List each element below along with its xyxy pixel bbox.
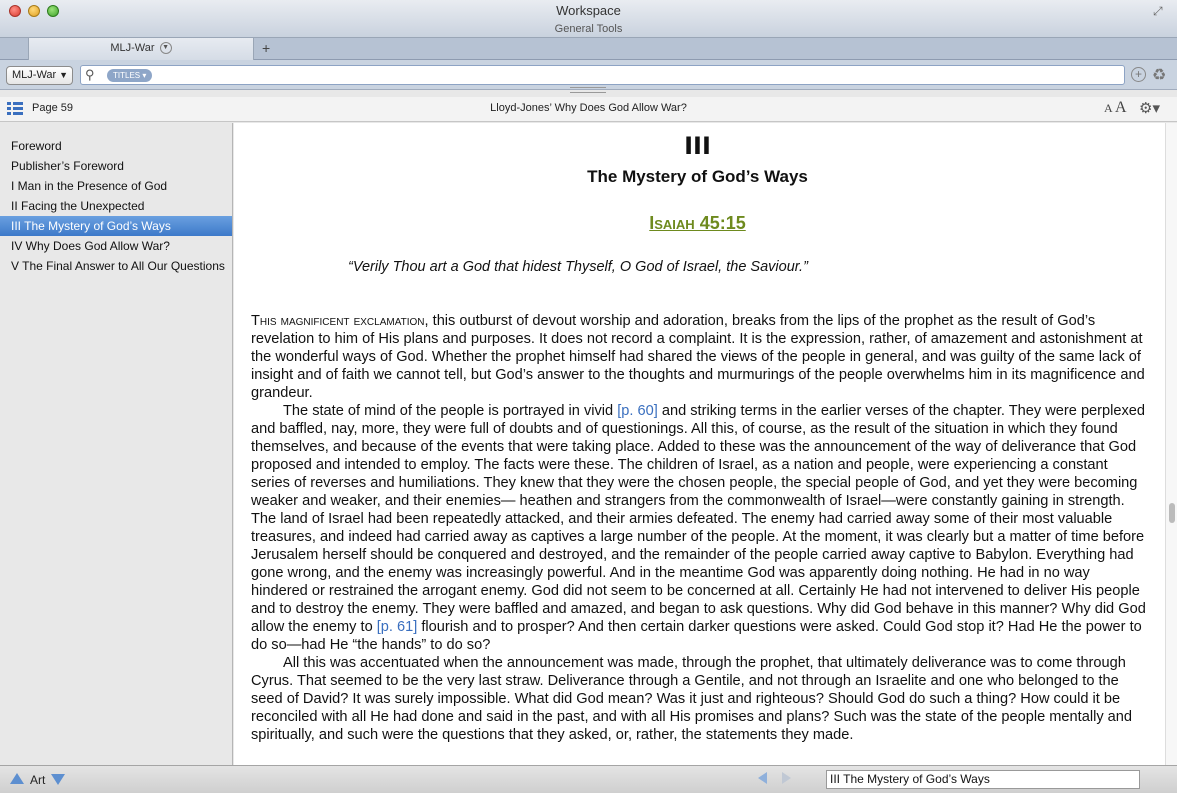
recycle-icon[interactable]: ♻ xyxy=(1152,65,1166,85)
page-link[interactable]: [p. 60] xyxy=(617,403,658,419)
toc-item-chapter-5[interactable]: V The Final Answer to All Our Questions xyxy=(0,256,232,276)
chapter-number: III xyxy=(684,132,711,160)
scrollbar-thumb[interactable] xyxy=(1169,503,1175,523)
add-circle-icon[interactable]: + xyxy=(1131,67,1146,82)
tab-strip: MLJ-War ▼ + xyxy=(0,38,1177,60)
fullscreen-icon[interactable]: ⤢ xyxy=(1153,4,1167,18)
book-title: Lloyd-Jones’ Why Does God Allow War? xyxy=(490,102,687,114)
chapter-title: The Mystery of God’s Ways xyxy=(587,167,808,186)
font-size-icon[interactable]: A A xyxy=(1104,99,1127,117)
gear-icon[interactable]: ⚙▾ xyxy=(1139,99,1160,117)
toc-item-chapter-3[interactable]: III The Mystery of God’s Ways xyxy=(0,216,232,236)
window-subtitle: General Tools xyxy=(554,23,623,35)
paragraph: The state of mind of the people is portr… xyxy=(251,403,1146,653)
paragraph: All this was accentuated when the announ… xyxy=(251,655,1133,743)
resource-select-value: MLJ-War xyxy=(12,69,57,81)
chapter-body: This magnificent exclamation, this outbu… xyxy=(251,312,1146,744)
status-bar: Art III The Mystery of God’s Ways xyxy=(0,765,1177,793)
page-bar: Page 59 Lloyd-Jones’ Why Does God Allow … xyxy=(0,97,1177,122)
add-tab-button[interactable]: + xyxy=(262,40,270,56)
toolbar: MLJ-War ▼ ⚲ TITLES ▾ + ♻ xyxy=(0,60,1177,90)
toc-item-chapter-2[interactable]: II Facing the Unexpected xyxy=(0,196,232,216)
search-icon[interactable]: ⚲ xyxy=(85,67,95,83)
paragraph-lead: This magnificent exclamation xyxy=(251,313,425,329)
splitter-handle[interactable] xyxy=(570,87,606,93)
search-input[interactable] xyxy=(159,68,1109,83)
toc-item-chapter-1[interactable]: I Man in the Presence of God xyxy=(0,176,232,196)
window-title: Workspace xyxy=(556,3,621,18)
toc-item-publishers-foreword[interactable]: Publisher’s Foreword xyxy=(0,156,232,176)
status-label: Art xyxy=(30,773,46,787)
scripture-reference-link[interactable]: Isaiah 45:15 xyxy=(234,213,1161,234)
toc-item-chapter-4[interactable]: IV Why Does God Allow War? xyxy=(0,236,232,256)
epigraph: “Verily Thou art a God that hidest Thyse… xyxy=(348,259,808,275)
location-field[interactable]: III The Mystery of God’s Ways xyxy=(826,770,1140,789)
reading-pane: III The Mystery of God’s Ways Isaiah 45:… xyxy=(234,123,1165,765)
forward-icon[interactable] xyxy=(782,772,791,784)
tab-label: MLJ-War xyxy=(110,42,155,54)
table-of-contents: Foreword Publisher’s Foreword I Man in t… xyxy=(0,123,233,765)
chevron-down-icon: ▼ xyxy=(59,70,68,80)
triangle-up-icon[interactable] xyxy=(10,773,24,784)
vertical-scrollbar[interactable] xyxy=(1165,123,1177,765)
tab-menu-icon[interactable]: ▼ xyxy=(159,42,172,55)
tab-mlj-war[interactable]: MLJ-War ▼ xyxy=(28,38,254,60)
triangle-down-icon[interactable] xyxy=(51,774,65,785)
search-box[interactable]: ⚲ TITLES ▾ xyxy=(80,65,1125,85)
page-link[interactable]: [p. 61] xyxy=(377,619,418,635)
paragraph: This magnificent exclamation, this outbu… xyxy=(251,313,1145,401)
back-icon[interactable] xyxy=(758,772,767,784)
search-scope-token[interactable]: TITLES ▾ xyxy=(107,69,153,82)
toc-item-foreword[interactable]: Foreword xyxy=(0,136,232,156)
resource-select[interactable]: MLJ-War ▼ xyxy=(6,66,73,85)
title-bar: Workspace General Tools ⤢ xyxy=(0,0,1177,38)
